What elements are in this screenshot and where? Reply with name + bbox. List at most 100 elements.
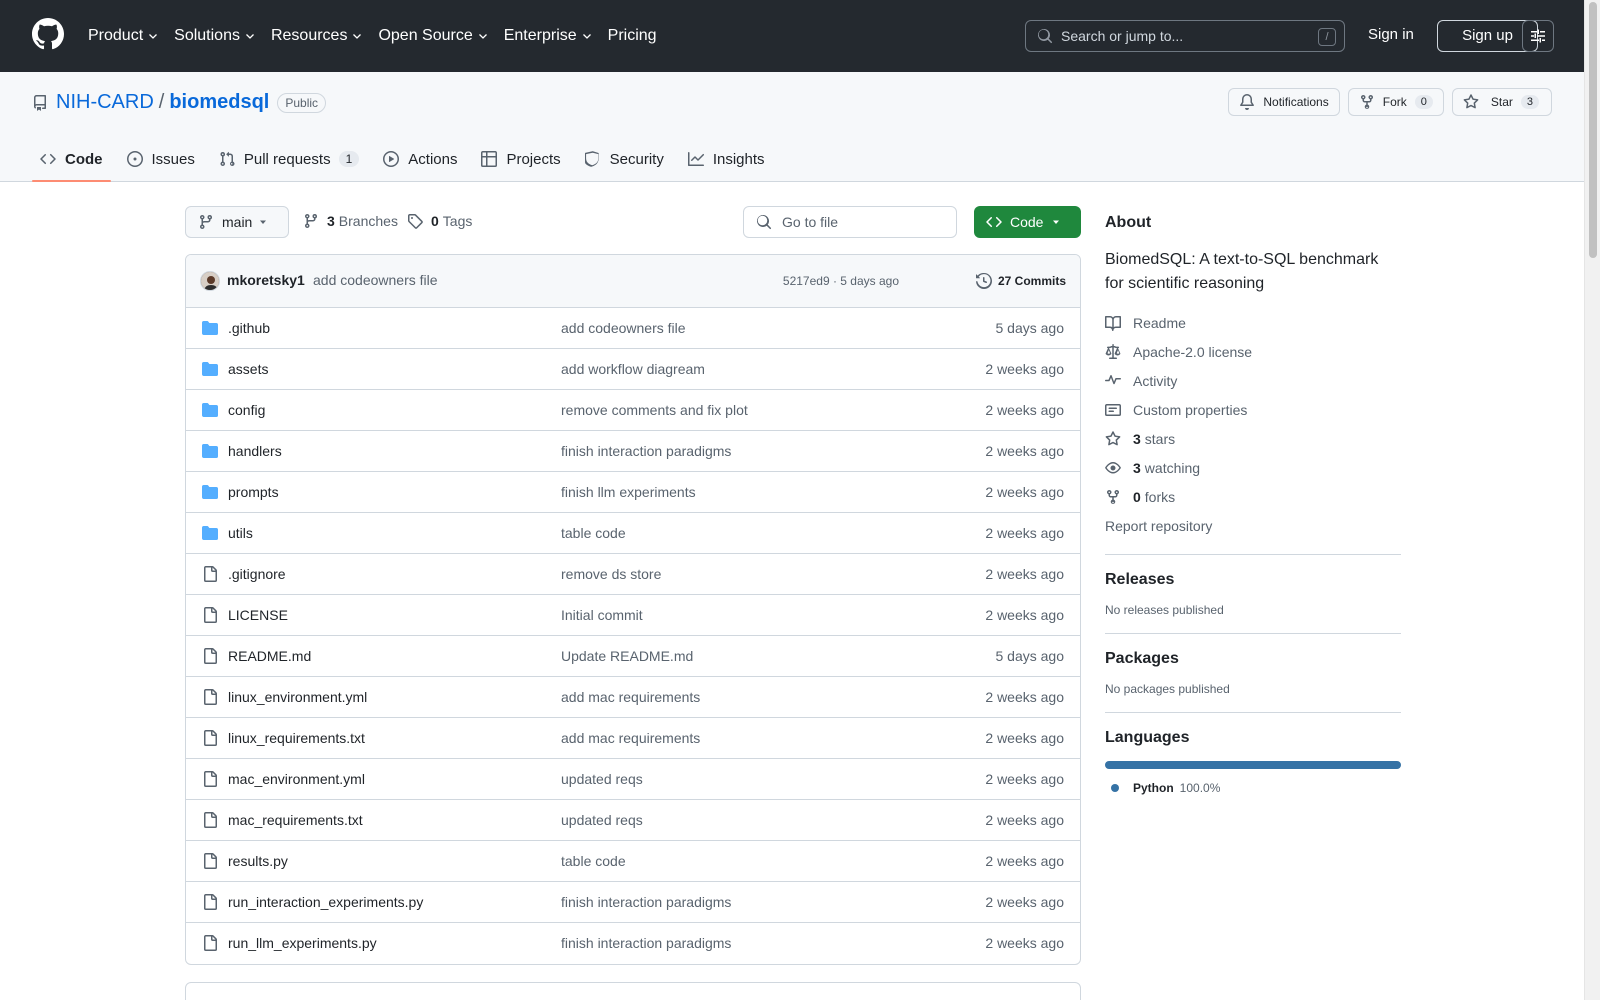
releases-heading[interactable]: Releases — [1105, 571, 1401, 589]
stars-count: 3 — [1133, 430, 1141, 447]
file-name-link[interactable]: handlers — [228, 443, 282, 459]
file-commit-message-link[interactable]: finish interaction paradigms — [561, 894, 731, 910]
license-link[interactable]: Apache-2.0 license — [1105, 337, 1401, 366]
file-name-link[interactable]: run_llm_experiments.py — [228, 935, 377, 951]
file-name-link[interactable]: run_interaction_experiments.py — [228, 894, 423, 910]
sign-in-link[interactable]: Sign in — [1368, 26, 1414, 43]
file-commit-message-link[interactable]: add mac requirements — [561, 730, 700, 746]
stars-link[interactable]: 3 stars — [1105, 424, 1401, 453]
forks-label: forks — [1144, 488, 1176, 505]
file-name-link[interactable]: .gitignore — [228, 566, 286, 582]
notifications-button[interactable]: Notifications — [1228, 88, 1340, 116]
law-icon — [1105, 343, 1121, 359]
file-commit-message-link[interactable]: add mac requirements — [561, 689, 700, 705]
file-name-link[interactable]: .github — [228, 320, 270, 336]
packages-heading[interactable]: Packages — [1105, 650, 1401, 668]
file-commit-message-link[interactable]: Update README.md — [561, 648, 693, 664]
chevron-down-icon — [582, 34, 591, 39]
custom-properties-link[interactable]: Custom properties — [1105, 395, 1401, 424]
fork-button[interactable]: Fork 0 — [1347, 88, 1444, 116]
file-name-link[interactable]: prompts — [228, 484, 279, 500]
star-button[interactable]: Star 3 — [1451, 88, 1552, 116]
commit-author-link[interactable]: mkoretsky1 — [227, 272, 305, 288]
file-name-link[interactable]: README.md — [228, 648, 311, 664]
stars-label: stars — [1144, 430, 1176, 447]
about-heading: About — [1105, 214, 1152, 231]
file-commit-message-link[interactable]: table code — [561, 525, 626, 541]
activity-link[interactable]: Activity — [1105, 366, 1401, 395]
note-icon — [1105, 403, 1121, 416]
repo-owner-link[interactable]: NIH-CARD — [56, 91, 154, 114]
global-menu-button[interactable] — [1522, 20, 1554, 52]
branches-label: Branches — [338, 213, 398, 229]
tab-projects[interactable]: Projects — [473, 136, 568, 182]
tab-insights[interactable]: Insights — [680, 136, 773, 182]
file-commit-message-link[interactable]: updated reqs — [561, 812, 643, 828]
tab-code[interactable]: Code — [32, 136, 111, 182]
table-row: run_interaction_experiments.py finish int… — [186, 882, 1080, 923]
code-download-button[interactable]: Code — [974, 206, 1081, 238]
forks-link[interactable]: 0 forks — [1105, 482, 1401, 511]
avatar[interactable] — [200, 271, 220, 291]
tab-issues[interactable]: Issues — [119, 136, 203, 182]
file-commit-message-link[interactable]: remove comments and fix plot — [561, 402, 748, 418]
report-repository-link[interactable]: Report repository — [1105, 511, 1401, 540]
global-nav-pricing[interactable]: Pricing — [608, 27, 657, 45]
file-commit-message-link[interactable]: finish interaction paradigms — [561, 443, 731, 459]
global-nav-enterprise[interactable]: Enterprise — [504, 27, 592, 45]
global-nav-product[interactable]: Product — [88, 27, 158, 45]
github-logo-icon[interactable] — [32, 18, 64, 50]
global-search-input[interactable]: Search or jump to... / — [1025, 20, 1345, 52]
commit-hash-time[interactable]: 5217ed9 · 5 days ago — [783, 274, 899, 288]
global-nav-open-source[interactable]: Open Source — [378, 27, 487, 45]
global-nav-resources[interactable]: Resources — [271, 27, 362, 45]
eye-icon — [1105, 461, 1121, 473]
file-name-link[interactable]: LICENSE — [228, 607, 288, 623]
file-icon — [204, 935, 217, 951]
file-name-link[interactable]: mac_requirements.txt — [228, 812, 363, 828]
commits-count-label: 27 Commits — [997, 274, 1066, 288]
branches-link[interactable]: 3 Branches — [303, 213, 398, 229]
file-commit-message-link[interactable]: remove ds store — [561, 566, 661, 582]
file-commit-message-link[interactable]: table code — [561, 853, 626, 869]
file-commit-message-link[interactable]: updated reqs — [561, 771, 643, 787]
search-shortcut-key: / — [1318, 28, 1336, 46]
tab-security[interactable]: Security — [577, 136, 672, 182]
file-name-link[interactable]: config — [228, 402, 265, 418]
file-name-link[interactable]: assets — [228, 361, 268, 377]
file-name-link[interactable]: mac_environment.yml — [228, 771, 365, 787]
file-commit-date: 2 weeks ago — [985, 607, 1064, 623]
tab-pull-requests[interactable]: Pull requests 1 — [211, 136, 367, 182]
branch-select-button[interactable]: main — [185, 206, 289, 238]
file-commit-message-link[interactable]: finish interaction paradigms — [561, 935, 731, 951]
report-label: Report repository — [1105, 517, 1213, 534]
scrollbar-thumb[interactable] — [1589, 2, 1597, 258]
global-nav-solutions[interactable]: Solutions — [174, 27, 255, 45]
tab-label: Actions — [408, 150, 458, 168]
file-name-link[interactable]: utils — [228, 525, 253, 541]
file-commit-message-link[interactable]: Initial commit — [561, 607, 643, 623]
commit-message-link[interactable]: add codeowners file — [313, 272, 438, 288]
file-commit-message-link[interactable]: add codeowners file — [561, 320, 686, 336]
file-commit-message-link[interactable]: add workflow diagream — [561, 361, 705, 377]
go-to-file-input[interactable]: Go to file — [743, 206, 957, 238]
readme-link[interactable]: Readme — [1105, 308, 1401, 337]
commits-history-link[interactable]: 27 Commits — [975, 265, 1066, 297]
file-name-link[interactable]: linux_requirements.txt — [228, 730, 365, 746]
tags-link[interactable]: 0 Tags — [407, 213, 472, 229]
chevron-down-icon — [246, 34, 254, 39]
watchers-link[interactable]: 3 watching — [1105, 453, 1401, 482]
page-scrollbar[interactable] — [1584, 0, 1600, 1000]
visibility-badge: Public — [277, 92, 327, 113]
tab-actions[interactable]: Actions — [375, 136, 465, 182]
file-commit-message-link[interactable]: finish llm experiments — [561, 484, 696, 500]
table-row: config remove comments and fix plot 2 week… — [186, 390, 1080, 431]
tab-label: Security — [609, 150, 664, 168]
file-name-link[interactable]: results.py — [228, 853, 288, 869]
file-name-link[interactable]: linux_environment.yml — [228, 689, 367, 705]
file-commit-date: 2 weeks ago — [985, 443, 1064, 459]
repo-name-link[interactable]: biomedsql — [169, 91, 269, 114]
folder-icon — [202, 403, 218, 417]
language-item-python[interactable]: Python 100.0% — [1105, 781, 1401, 795]
caret-down-icon — [260, 220, 266, 224]
